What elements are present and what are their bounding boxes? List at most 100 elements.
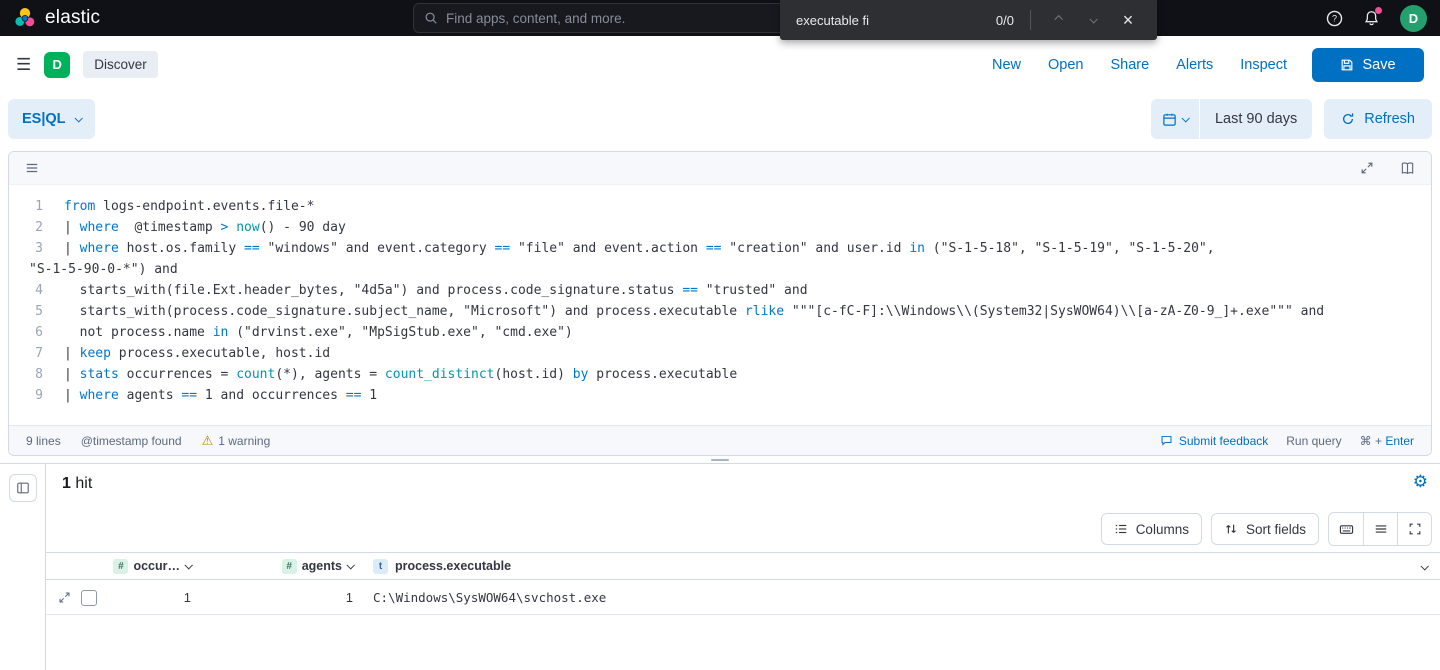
code-line: 9| where agents == 1 and occurrences == …: [9, 385, 1431, 406]
space-badge[interactable]: D: [44, 52, 70, 78]
line-number: 8: [9, 364, 43, 385]
hit-count: 1 hit: [62, 475, 92, 493]
top-header-bar: elastic Find apps, content, and more. ? …: [0, 0, 1440, 36]
open-button[interactable]: Open: [1048, 57, 1083, 73]
editor-footer-right: Submit feedback Run query ⌘ + Enter: [1160, 434, 1414, 448]
feedback-icon: [1160, 434, 1173, 447]
code-text: | where agents == 1 and occurrences == 1: [43, 385, 377, 406]
esql-label: ES|QL: [22, 111, 66, 127]
display-options-button[interactable]: [1363, 513, 1397, 545]
notification-dot: [1375, 7, 1382, 14]
fullscreen-button[interactable]: [1397, 513, 1431, 545]
user-avatar[interactable]: D: [1400, 5, 1427, 32]
chevron-down-icon: [1181, 114, 1189, 122]
notifications-button[interactable]: [1363, 10, 1380, 27]
sidebar-rail: [0, 464, 46, 670]
row-checkbox[interactable]: [81, 590, 97, 606]
share-button[interactable]: Share: [1110, 57, 1149, 73]
grid-toolbar: Columns Sort fields: [1101, 512, 1432, 546]
help-icon[interactable]: ?: [1326, 10, 1343, 27]
find-next-button[interactable]: [1080, 7, 1106, 33]
columns-list-icon: [1114, 522, 1128, 536]
header-actions-chevron[interactable]: [1421, 559, 1440, 573]
keyboard-shortcuts-button[interactable]: [1329, 513, 1363, 545]
find-query-input[interactable]: executable fi: [796, 13, 996, 28]
chevron-down-icon: [74, 114, 82, 122]
inspect-button[interactable]: Inspect: [1240, 57, 1287, 73]
find-previous-button[interactable]: [1045, 7, 1071, 33]
fullscreen-icon: [1408, 522, 1422, 536]
search-icon: [424, 11, 438, 25]
submit-feedback-label: Submit feedback: [1179, 434, 1268, 448]
query-menu-icon[interactable]: [25, 161, 39, 175]
line-number: 4: [9, 280, 43, 301]
code-line: 4 starts_with(file.Ext.header_bytes, "4d…: [9, 280, 1431, 301]
warning-icon: ⚠: [202, 433, 214, 449]
find-close-button[interactable]: ×: [1115, 7, 1141, 33]
svg-text:?: ?: [1332, 13, 1337, 23]
sort-fields-button[interactable]: Sort fields: [1211, 513, 1319, 545]
density-icon: [1374, 522, 1388, 536]
documentation-icon[interactable]: [1400, 161, 1415, 176]
code-text: "S-1-5-90-0-*") and: [9, 259, 178, 280]
save-button[interactable]: Save: [1312, 48, 1424, 82]
column-header-occurrences[interactable]: # occur…: [110, 559, 196, 574]
brand-name: elastic: [45, 7, 100, 29]
code-text: | where @timestamp > now() - 90 day: [43, 217, 346, 238]
sort-fields-label: Sort fields: [1246, 522, 1306, 537]
hit-count-label: hit: [75, 475, 92, 492]
header-icons: ? D: [1326, 5, 1440, 32]
elastic-logo[interactable]: elastic: [0, 7, 100, 29]
quick-select-button[interactable]: [1151, 99, 1199, 139]
new-button[interactable]: New: [992, 57, 1021, 73]
table-row[interactable]: 1 1 C:\Windows\SysWOW64\svchost.exe: [46, 581, 1440, 615]
line-count: 9 lines: [26, 434, 61, 448]
columns-button[interactable]: Columns: [1101, 513, 1202, 545]
number-field-icon: #: [113, 559, 128, 574]
columns-button-label: Columns: [1136, 522, 1189, 537]
cell-agents: 1: [196, 590, 360, 605]
expand-row-icon[interactable]: [58, 591, 71, 604]
run-query-shortcut: ⌘ + Enter: [1360, 434, 1414, 448]
code-line: 1from logs-endpoint.events.file-*: [9, 196, 1431, 217]
hit-count-value: 1: [62, 475, 71, 492]
column-header-process-executable[interactable]: t process.executable: [360, 559, 1421, 574]
code-text: from logs-endpoint.events.file-*: [43, 196, 314, 217]
app-navbar: ☰ D Discover New Open Share Alerts Inspe…: [0, 36, 1440, 93]
sort-icon: [1224, 522, 1238, 536]
run-query-label[interactable]: Run query: [1286, 434, 1341, 448]
shortcut-modifier: ⌘ +: [1360, 434, 1382, 448]
breadcrumb[interactable]: Discover: [83, 51, 158, 78]
grid-settings-gear-icon[interactable]: ⚙: [1413, 472, 1428, 492]
alerts-button[interactable]: Alerts: [1176, 57, 1213, 73]
number-field-icon: #: [282, 559, 297, 574]
editor-footer: 9 lines @timestamp found ⚠ 1 warning Sub…: [9, 425, 1431, 455]
code-text: not process.name in ("drvinst.exe", "MpS…: [43, 322, 573, 343]
warning-indicator[interactable]: ⚠ 1 warning: [202, 433, 271, 449]
time-range-button[interactable]: Last 90 days: [1200, 99, 1312, 139]
chevron-down-icon[interactable]: [184, 561, 192, 569]
chevron-down-icon[interactable]: [346, 561, 354, 569]
column-header-agents[interactable]: # agents: [196, 559, 360, 574]
esql-editor-panel: 1from logs-endpoint.events.file-*2| wher…: [8, 151, 1432, 456]
search-placeholder: Find apps, content, and more.: [446, 11, 625, 26]
editor-lines: 1from logs-endpoint.events.file-*2| wher…: [9, 196, 1431, 406]
refresh-button[interactable]: Refresh: [1324, 99, 1432, 139]
grid-icon-group: [1328, 512, 1432, 546]
refresh-icon: [1341, 112, 1355, 126]
save-icon: [1340, 58, 1354, 72]
code-text: starts_with(file.Ext.header_bytes, "4d5a…: [43, 280, 808, 301]
submit-feedback-link[interactable]: Submit feedback: [1160, 434, 1268, 448]
code-text: | where host.os.family == "windows" and …: [43, 238, 1215, 259]
toggle-fields-sidebar-button[interactable]: [9, 474, 37, 502]
esql-code-editor[interactable]: 1from logs-endpoint.events.file-*2| wher…: [9, 185, 1431, 425]
expand-editor-icon[interactable]: [1360, 161, 1374, 175]
panel-resize-handle[interactable]: [0, 456, 1440, 463]
code-line: 7| keep process.executable, host.id: [9, 343, 1431, 364]
chevron-down-icon: [1420, 562, 1428, 570]
query-toolbar: ES|QL Last 90 days Refresh: [0, 93, 1440, 145]
esql-mode-button[interactable]: ES|QL: [8, 99, 95, 139]
line-number: 6: [9, 322, 43, 343]
menu-icon[interactable]: ☰: [16, 55, 31, 75]
find-in-page-overlay: executable fi 0/0 ×: [780, 0, 1157, 40]
